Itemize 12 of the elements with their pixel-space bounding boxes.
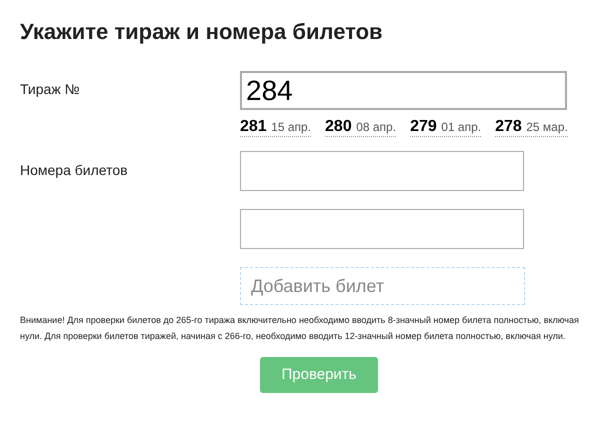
add-ticket-field[interactable]: Добавить билет	[240, 267, 525, 305]
notice-text: Внимание! Для проверки билетов до 265-го тиража включительно необходимо вводить 8-значный номер билета полностью, включая нули. Для проверки билетов тиражей, начиная с 266-го, необходимо вводить 12-значный номер билета полностью, включая нули.	[20, 314, 580, 343]
recent-draw-link[interactable]: 280 08 апр.	[325, 118, 396, 137]
page-title: Укажите тираж и номера билетов	[20, 18, 384, 46]
recent-draw-link[interactable]: 278 25 мар.	[495, 118, 568, 137]
ticket-number-field[interactable]	[240, 151, 524, 191]
field-label: Номера билетов	[20, 161, 129, 180]
ticket-number-field[interactable]	[240, 209, 524, 249]
recent-draw-link[interactable]: 279 01 апр.	[410, 118, 482, 137]
recent-draw-link[interactable]: 281 15 апр.	[240, 118, 312, 137]
field-label: Тираж №	[20, 80, 81, 99]
draw-number-field[interactable]: 284	[240, 71, 567, 110]
